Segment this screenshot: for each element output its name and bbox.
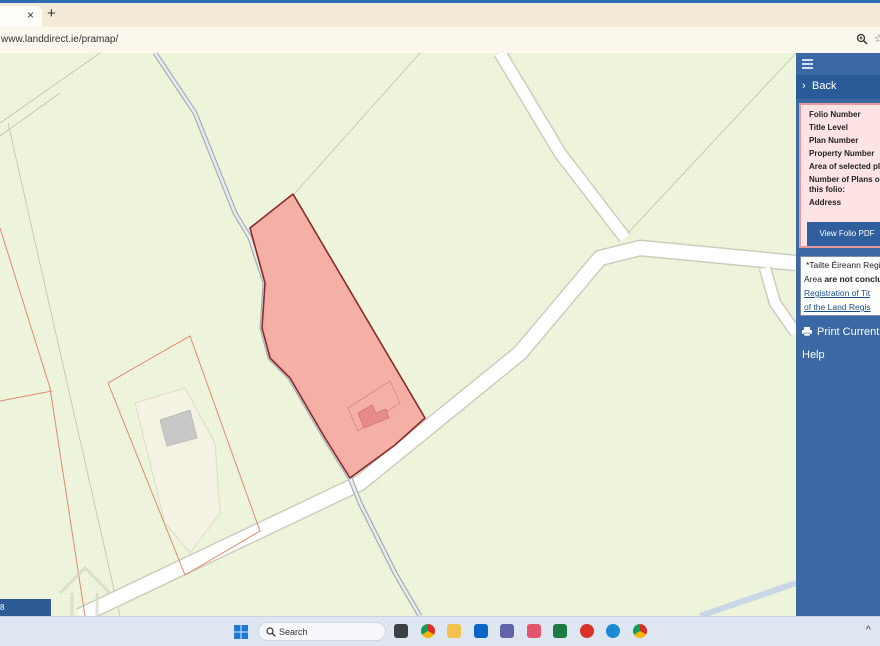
tab-close-icon[interactable]: × bbox=[27, 8, 34, 22]
bookmark-star-icon[interactable]: ☆ bbox=[874, 32, 880, 45]
plan-number-label: Plan Number bbox=[809, 136, 859, 145]
chrome-profile-icon[interactable] bbox=[633, 624, 647, 638]
help-link[interactable]: Help bbox=[802, 349, 825, 361]
taskbar: Search ^ bbox=[0, 616, 880, 646]
back-button[interactable]: › Back bbox=[796, 75, 880, 99]
info-box-text-1: 8 bbox=[0, 603, 5, 612]
notice-line-1: *Tailte Éireann Regi bbox=[806, 260, 880, 270]
address-label: Address bbox=[809, 198, 842, 207]
search-icon bbox=[266, 627, 276, 637]
folio-details-card: Folio Number Title Level Plan Number Pro… bbox=[799, 103, 880, 248]
chevron-up-icon[interactable]: ^ bbox=[866, 625, 871, 636]
folio-number-label: Folio Number bbox=[809, 110, 861, 119]
notice-line-2: Area are not conclu bbox=[804, 274, 880, 284]
new-tab-button[interactable]: + bbox=[47, 6, 56, 22]
number-of-plans-label-cont: this folio: bbox=[809, 185, 845, 194]
folder-icon[interactable] bbox=[447, 624, 461, 638]
chevron-right-icon: › bbox=[802, 80, 806, 92]
hamburger-menu-icon[interactable] bbox=[802, 59, 813, 69]
side-panel: › Back Folio Number Title Level Plan Num… bbox=[796, 53, 880, 616]
address-bar[interactable]: www.landdirect.ie/pramap/ ☆ bbox=[0, 27, 880, 54]
title-level-label: Title Level bbox=[809, 123, 848, 132]
zoom-icon[interactable] bbox=[856, 33, 868, 45]
map-background bbox=[0, 53, 796, 616]
map-info-box: 8 er bbox=[0, 599, 51, 616]
registration-link[interactable]: Registration of Tit bbox=[804, 288, 870, 298]
outlook-icon[interactable] bbox=[474, 624, 488, 638]
map-canvas[interactable] bbox=[0, 53, 796, 616]
print-label: Print Current V bbox=[817, 326, 880, 338]
snipping-tool-icon[interactable] bbox=[527, 624, 541, 638]
land-registry-link[interactable]: of the Land Regis bbox=[804, 302, 871, 312]
property-number-label: Property Number bbox=[809, 149, 875, 158]
taskbar-search[interactable]: Search bbox=[258, 622, 386, 641]
url-text[interactable]: www.landdirect.ie/pramap/ bbox=[1, 34, 118, 45]
teams-icon[interactable] bbox=[500, 624, 514, 638]
view-folio-pdf-button[interactable]: View Folio PDF bbox=[807, 222, 880, 246]
area-label: Area of selected pla bbox=[809, 162, 880, 171]
search-placeholder: Search bbox=[279, 627, 308, 637]
number-of-plans-label: Number of Plans or bbox=[809, 175, 880, 184]
edge-icon[interactable] bbox=[606, 624, 620, 638]
map-view[interactable]: 8 er bbox=[0, 53, 796, 616]
excel-icon[interactable] bbox=[553, 624, 567, 638]
browser-tab[interactable]: × bbox=[0, 6, 42, 27]
tab-bar: × + bbox=[0, 3, 880, 27]
chrome-icon[interactable] bbox=[421, 624, 435, 638]
windows-start-icon[interactable] bbox=[234, 625, 248, 639]
file-explorer-icon[interactable] bbox=[394, 624, 408, 638]
disclaimer-notice: *Tailte Éireann Regi Area are not conclu… bbox=[800, 256, 880, 316]
acrobat-icon[interactable] bbox=[580, 624, 594, 638]
printer-icon bbox=[802, 327, 812, 336]
back-label: Back bbox=[812, 80, 837, 92]
